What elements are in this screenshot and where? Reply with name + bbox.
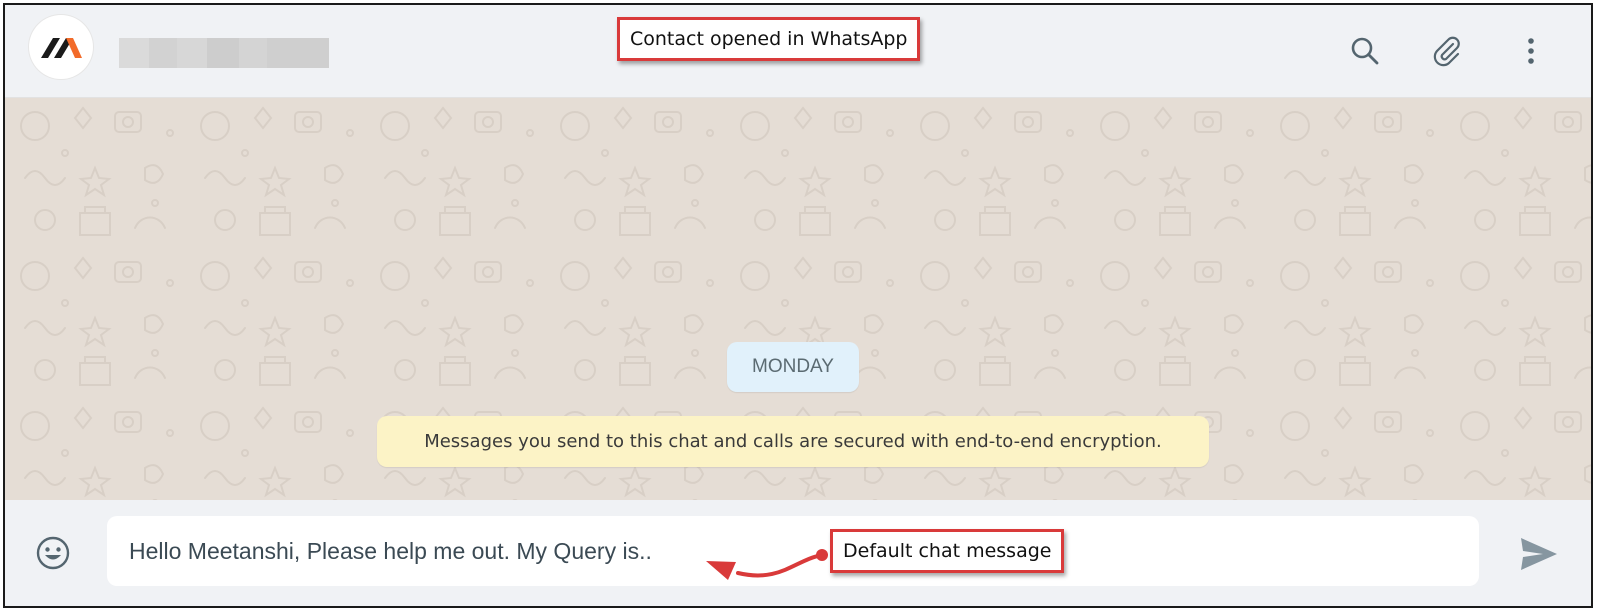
menu-icon [1528,38,1534,64]
avatar[interactable] [29,15,93,79]
meetanshi-logo-icon [41,38,82,58]
search-icon [1351,37,1379,65]
chat-header: Contact opened in WhatsApp [5,5,1591,98]
emoji-button[interactable] [33,533,73,573]
chat-area[interactable]: MONDAY Messages you send to this chat an… [5,98,1591,500]
search-button[interactable] [1345,31,1385,71]
annotation-contact-opened: Contact opened in WhatsApp [617,17,921,61]
menu-button[interactable] [1511,31,1551,71]
annotation-default-message: Default chat message [830,529,1065,573]
emoji-icon [36,536,70,570]
day-separator-badge: MONDAY [727,342,859,392]
send-icon [1521,538,1557,570]
whatsapp-window: Contact opened in WhatsApp MONDAY Messag… [3,3,1593,608]
annotation-arrow-icon [706,549,828,580]
contact-name-redacted [119,38,329,68]
send-button[interactable] [1517,534,1561,574]
attach-button[interactable] [1427,31,1467,71]
attach-icon [1433,36,1460,67]
encryption-notice[interactable]: Messages you send to this chat and calls… [377,416,1209,467]
